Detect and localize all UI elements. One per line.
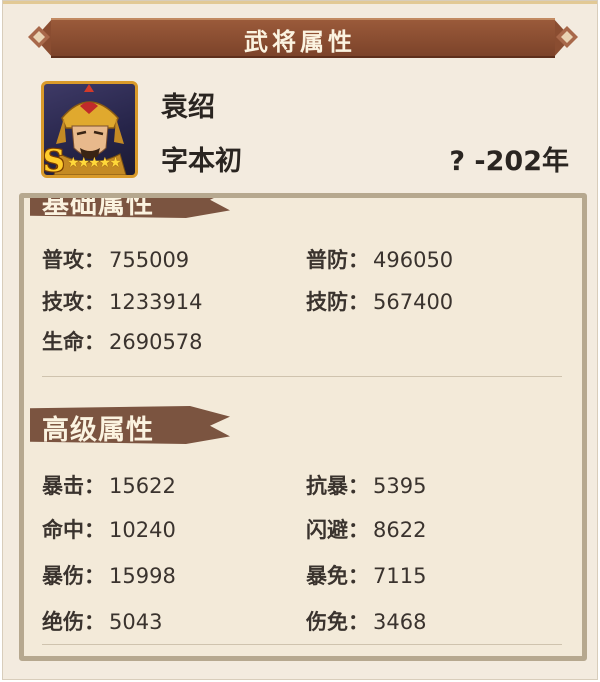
stats-container[interactable]: 基础属性 普攻： 755009 普防： 496050 技攻： 1233914 技防： 5… bbox=[19, 193, 587, 661]
stat-value: 1233914 bbox=[109, 290, 203, 314]
stat-value: 5395 bbox=[373, 474, 427, 498]
stat-row: 命中： 10240 bbox=[42, 514, 176, 544]
hero-lifespan: ? -202年 bbox=[449, 146, 569, 177]
stat-value: 3468 bbox=[373, 610, 427, 634]
stat-row: 闪避： 8622 bbox=[306, 514, 426, 544]
section-divider bbox=[42, 376, 562, 377]
stat-row: 普攻： 755009 bbox=[42, 244, 189, 274]
stat-label: 暴击： bbox=[42, 473, 105, 498]
stat-row: 暴击： 15622 bbox=[42, 470, 176, 500]
stat-row: 普防： 496050 bbox=[306, 244, 453, 274]
hero-attributes-panel: 武将属性 S ★★★★★ 袁绍 字本初 ? -202年 基础属性 普攻： 7550… bbox=[2, 0, 598, 680]
stat-row: 暴伤： 15998 bbox=[42, 560, 176, 590]
stat-value: 2690578 bbox=[109, 330, 203, 354]
stat-label: 抗暴： bbox=[306, 473, 369, 498]
section-title-advanced: 高级属性 bbox=[42, 415, 154, 446]
section-divider bbox=[42, 644, 562, 645]
stat-label: 闪避： bbox=[306, 517, 369, 542]
stat-label: 命中： bbox=[42, 517, 105, 542]
stat-row: 生命： 2690578 bbox=[42, 326, 203, 356]
stat-row: 技攻： 1233914 bbox=[42, 286, 203, 316]
stat-value: 8622 bbox=[373, 518, 427, 542]
hero-courtesy-name: 字本初 bbox=[161, 146, 242, 177]
stat-label: 暴伤： bbox=[42, 563, 105, 588]
stat-value: 5043 bbox=[109, 610, 163, 634]
stat-value: 755009 bbox=[109, 248, 190, 272]
star-rating: ★★★★★ bbox=[67, 155, 122, 171]
stat-value: 15998 bbox=[109, 564, 176, 588]
stat-value: 10240 bbox=[109, 518, 176, 542]
stat-value: 7115 bbox=[373, 564, 427, 588]
stat-value: 567400 bbox=[373, 290, 454, 314]
stat-label: 暴免： bbox=[306, 563, 369, 588]
hero-name: 袁绍 bbox=[161, 92, 215, 123]
stat-row: 暴免： 7115 bbox=[306, 560, 426, 590]
stat-row: 伤免： 3468 bbox=[306, 606, 426, 636]
stat-value: 15622 bbox=[109, 474, 176, 498]
stat-value: 496050 bbox=[373, 248, 454, 272]
stat-row: 绝伤： 5043 bbox=[42, 606, 162, 636]
stat-label: 绝伤： bbox=[42, 609, 105, 634]
stat-label: 普攻： bbox=[42, 247, 105, 272]
panel-title: 武将属性 bbox=[244, 27, 356, 56]
stat-label: 生命： bbox=[42, 329, 105, 354]
stat-row: 技防： 567400 bbox=[306, 286, 453, 316]
stat-label: 技攻： bbox=[42, 289, 105, 314]
stat-row: 抗暴： 5395 bbox=[306, 470, 426, 500]
stat-label: 普防： bbox=[306, 247, 369, 272]
stat-label: 技防： bbox=[306, 289, 369, 314]
section-title-basic: 基础属性 bbox=[42, 193, 154, 220]
stat-label: 伤免： bbox=[306, 609, 369, 634]
